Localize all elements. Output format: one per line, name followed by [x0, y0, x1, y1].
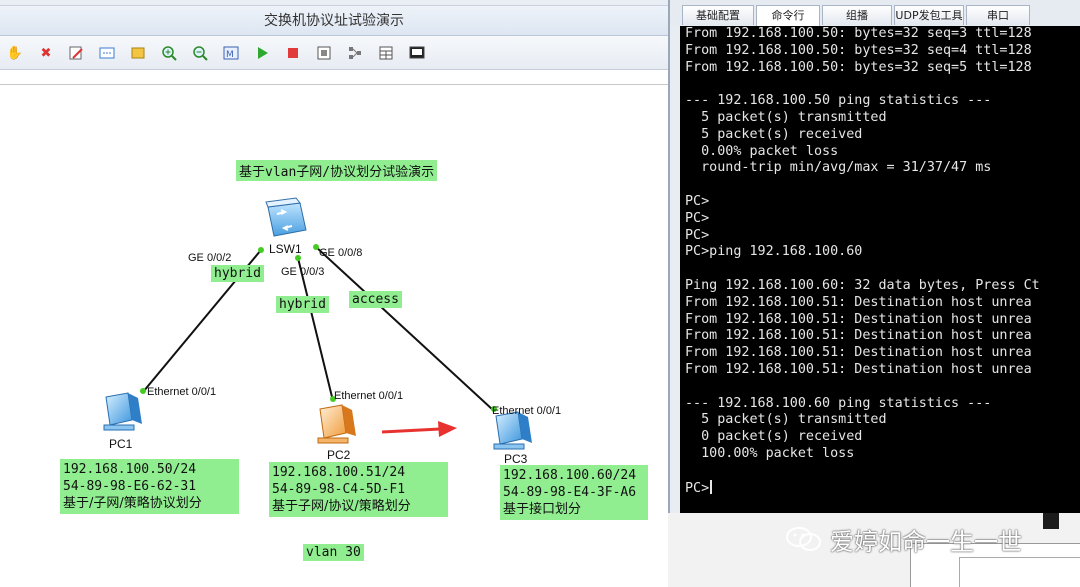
terminal-line: From 192.168.100.50: bytes=32 seq=4 ttl=… — [685, 42, 1032, 58]
pc1-name: PC1 — [109, 437, 133, 451]
terminal-line: From 192.168.100.51: Destination host un… — [685, 294, 1032, 310]
port-label-pc2: Ethernet 0/0/1 — [334, 390, 404, 402]
terminal-line: Ping 192.168.100.60: 32 data bytes, Pres… — [685, 277, 1040, 293]
port-label-sw-pc3: GE 0/0/8 — [319, 247, 363, 259]
terminal-line: From 192.168.100.50: bytes=32 seq=5 ttl=… — [685, 59, 1032, 75]
terminal-prompt: PC> — [685, 480, 710, 496]
watermark-text: 爱婷如命一生一世 — [830, 527, 1022, 556]
terminal-line: round-trip min/avg/max = 31/37/47 ms — [685, 160, 992, 176]
tab-udp-tool[interactable]: UDP发包工具 — [894, 5, 964, 25]
link-mode-pc3: access — [349, 291, 402, 308]
link-pc3-switch[interactable] — [315, 246, 494, 411]
pc3-mac: 54-89-98-E4-3F-A6 — [503, 485, 637, 500]
topology-window: 交换机协议址试验演示 ✋ ✖ M 基于vlan子网/协议划分试验演示 LSW1 … — [0, 0, 668, 587]
port-label-sw-pc2: GE 0/0/3 — [281, 266, 325, 278]
pc2-ip: 192.168.100.51/24 — [272, 465, 406, 480]
tab-basic-config[interactable]: 基础配置 — [682, 5, 754, 25]
pc2-info: 192.168.100.51/24 54-89-98-C4-5D-F1 基于子网… — [269, 462, 448, 517]
pc1-desc: 基于/子网/策略协议划分 — [63, 496, 202, 511]
switch-icon[interactable] — [265, 197, 307, 237]
terminal-screen[interactable]: From 192.168.100.50: bytes=32 seq=3 ttl=… — [680, 26, 1080, 513]
switch-name: LSW1 — [269, 242, 302, 256]
pc3-name: PC3 — [504, 452, 528, 466]
terminal-line: From 192.168.100.50: bytes=32 seq=3 ttl=… — [685, 26, 1032, 41]
scroll-corner — [1043, 513, 1059, 529]
terminal-line: 0 packet(s) received — [685, 429, 863, 445]
terminal-line: From 192.168.100.51: Destination host un… — [685, 345, 1032, 361]
pc1-ip: 192.168.100.50/24 — [63, 462, 197, 477]
pc1-info: 192.168.100.50/24 54-89-98-E6-62-31 基于/子… — [60, 459, 239, 514]
link-mode-pc2: hybrid — [276, 296, 329, 313]
tab-serial[interactable]: 串口 — [966, 5, 1030, 25]
port-label-pc3: Ethernet 0/0/1 — [492, 405, 562, 417]
pc3-icon[interactable] — [493, 411, 532, 450]
pc3-desc: 基于接口划分 — [503, 502, 582, 517]
terminal-line: PC> — [685, 227, 710, 243]
watermark: 爱婷如命一生一世 — [784, 522, 1022, 556]
tab-multicast[interactable]: 组播 — [822, 5, 892, 25]
pc-terminal-window: 基础配置 命令行 组播 UDP发包工具 串口 From 192.168.100.… — [668, 0, 1080, 513]
terminal-line: 0.00% packet loss — [685, 143, 839, 159]
terminal-line: 5 packet(s) transmitted — [685, 109, 887, 125]
terminal-prompt-line[interactable]: PC> — [685, 479, 1040, 498]
vlan-label: vlan 30 — [303, 544, 364, 561]
background-panel-inner — [959, 557, 1080, 587]
pc1-mac: 54-89-98-E6-62-31 — [63, 479, 197, 494]
terminal-output: From 192.168.100.50: bytes=32 seq=3 ttl=… — [685, 26, 1040, 497]
pc2-mac: 54-89-98-C4-5D-F1 — [272, 482, 406, 497]
wechat-logo-icon — [786, 527, 821, 551]
link-mode-pc1: hybrid — [211, 265, 264, 282]
terminal-cursor — [710, 479, 713, 494]
terminal-line: From 192.168.100.51: Destination host un… — [685, 361, 1032, 377]
terminal-line: PC>ping 192.168.100.60 — [685, 244, 863, 260]
port-label-pc1: Ethernet 0/0/1 — [147, 386, 217, 398]
terminal-line: --- 192.168.100.50 ping statistics --- — [685, 93, 992, 109]
topology-heading: 基于vlan子网/协议划分试验演示 — [236, 160, 438, 181]
pc2-desc: 基于子网/协议/策略划分 — [272, 499, 411, 514]
terminal-line: 100.00% packet loss — [685, 445, 855, 461]
terminal-line: 5 packet(s) received — [685, 126, 863, 142]
pc2-icon[interactable] — [317, 404, 356, 444]
terminal-tabs: 基础配置 命令行 组播 UDP发包工具 串口 — [670, 0, 1080, 26]
tab-command-line[interactable]: 命令行 — [756, 5, 820, 26]
pc3-ip: 192.168.100.60/24 — [503, 468, 637, 483]
pc3-info: 192.168.100.60/24 54-89-98-E4-3F-A6 基于接口… — [500, 465, 648, 520]
terminal-line: From 192.168.100.51: Destination host un… — [685, 328, 1032, 344]
terminal-line: PC> — [685, 193, 710, 209]
terminal-line: PC> — [685, 210, 710, 226]
port-dot-pc1 — [140, 388, 146, 394]
terminal-line: 5 packet(s) transmitted — [685, 412, 887, 428]
pc2-name: PC2 — [327, 448, 351, 462]
red-arrow — [381, 421, 457, 437]
port-label-sw-pc1: GE 0/0/2 — [188, 252, 232, 264]
terminal-line: --- 192.168.100.60 ping statistics --- — [685, 395, 992, 411]
port-dot-sw-pc1 — [258, 247, 264, 253]
terminal-line: From 192.168.100.51: Destination host un… — [685, 311, 1032, 327]
link-pc2-switch[interactable] — [297, 257, 334, 402]
pc1-icon[interactable] — [103, 392, 142, 431]
